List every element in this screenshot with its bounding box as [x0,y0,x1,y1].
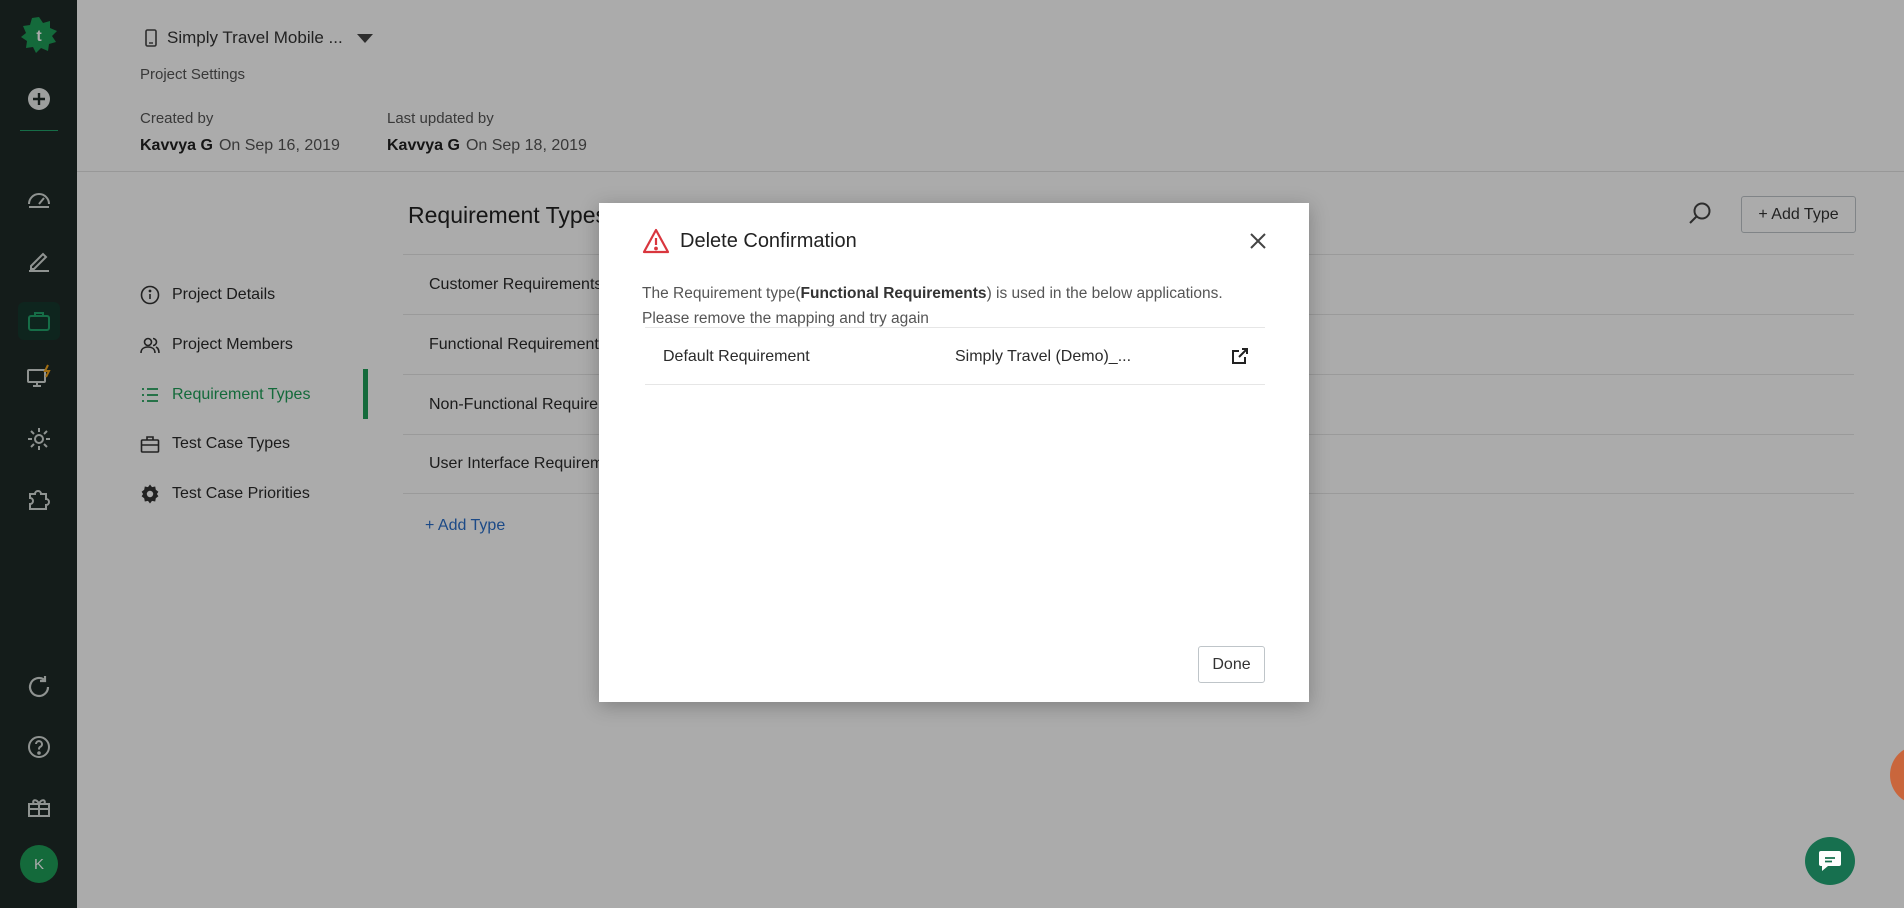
message-requirement-type: Functional Requirements [800,285,987,302]
external-link-icon[interactable] [1231,347,1249,365]
mapping-requirement: Default Requirement [663,348,810,365]
dialog-title: Delete Confirmation [642,228,857,254]
table-row: Default Requirement Simply Travel (Demo)… [645,327,1265,385]
chat-button[interactable] [1805,837,1855,885]
chat-icon [1819,851,1841,871]
delete-confirmation-dialog: Delete Confirmation The Requirement type… [599,203,1309,702]
message-prefix: The Requirement type( [642,285,801,302]
close-icon[interactable] [1247,230,1269,252]
dialog-title-text: Delete Confirmation [680,229,857,252]
done-button[interactable]: Done [1198,646,1265,683]
warning-icon [642,228,670,254]
mapping-project: Simply Travel (Demo)_... [955,348,1132,365]
dialog-message: The Requirement type(Functional Requirem… [642,281,1272,331]
